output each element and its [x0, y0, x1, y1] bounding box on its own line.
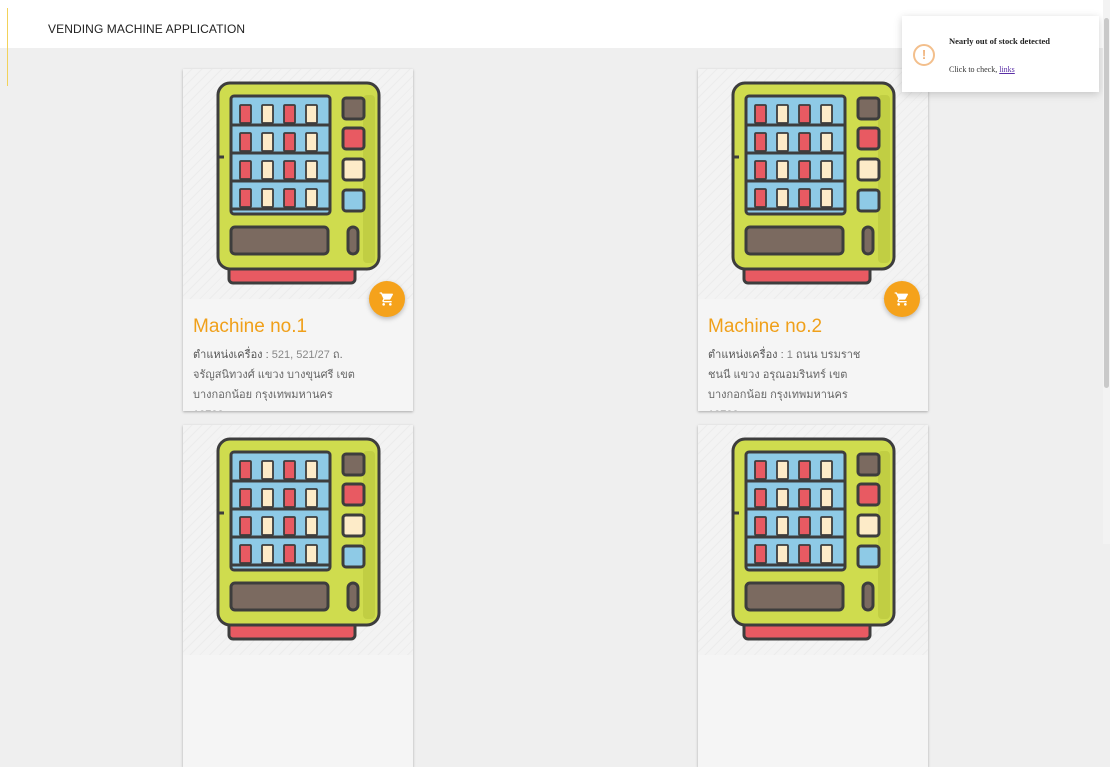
machine-image-4 — [698, 425, 928, 655]
cart-icon — [379, 292, 393, 306]
vending-machine-icon — [216, 437, 381, 641]
postcode: 10700 — [193, 409, 224, 411]
machine-name: Machine no.1 — [193, 316, 308, 337]
machine-location: ตำแหน่งเครื่อง : 1 ถนน บรมราชชนนี แขวง อ… — [708, 345, 878, 411]
machine-name: Machine no.2 — [708, 316, 823, 337]
vending-machine-icon — [731, 81, 896, 285]
notification-link[interactable]: links — [999, 65, 1015, 74]
vending-machine-icon — [216, 81, 381, 285]
machine-card-3[interactable] — [183, 425, 413, 767]
stock-notification[interactable]: ! Nearly out of stock detected Click to … — [902, 16, 1099, 92]
machine-image-3 — [183, 425, 413, 655]
address-lead: 521, 521/27 — [271, 349, 330, 361]
machine-card-2[interactable]: Machine no.2 ตำแหน่งเครื่อง : 1 ถนน บรมร… — [698, 69, 928, 411]
machine-image-2 — [698, 69, 928, 299]
postcode: 10700 — [708, 409, 739, 411]
header-accent-line — [7, 8, 8, 86]
cart-button-1[interactable] — [369, 281, 405, 317]
machine-card-1[interactable]: Machine no.1 ตำแหน่งเครื่อง : 521, 521/2… — [183, 69, 413, 411]
address-lead: 1 — [786, 349, 793, 361]
notification-title: Nearly out of stock detected — [949, 36, 1051, 46]
notification-body: Click to check, links — [949, 65, 1015, 74]
page-scrollbar[interactable] — [1103, 0, 1110, 544]
cart-icon — [894, 292, 908, 306]
warning-circle-icon: ! — [913, 44, 935, 66]
vending-machine-icon — [731, 437, 896, 641]
location-label: ตำแหน่งเครื่อง — [193, 349, 263, 361]
cart-button-2[interactable] — [884, 281, 920, 317]
machine-location: ตำแหน่งเครื่อง : 521, 521/27 ถ. จรัญสนิท… — [193, 345, 363, 411]
app-title: VENDING MACHINE APPLICATION — [48, 22, 246, 36]
notification-text: Click to check, — [949, 65, 998, 74]
scrollbar-thumb[interactable] — [1104, 18, 1109, 388]
machine-card-4[interactable] — [698, 425, 928, 767]
location-label: ตำแหน่งเครื่อง — [708, 349, 778, 361]
machine-image-1 — [183, 69, 413, 299]
